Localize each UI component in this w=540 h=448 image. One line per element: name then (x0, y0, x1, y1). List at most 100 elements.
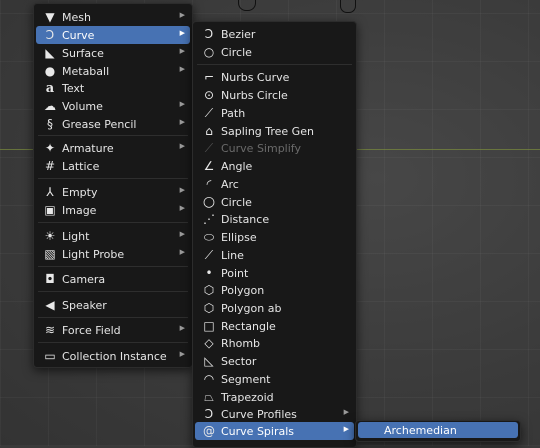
submenu-arrow-icon: ▶ (179, 11, 185, 19)
curve-spirals-submenu: Archemedian (355, 420, 521, 442)
curve-item-curve-simplify: ⟋ Curve Simplify (195, 139, 354, 157)
curve-item-curve-spirals[interactable]: @ Curve Spirals ▶ (195, 422, 354, 440)
curve-spirals-icon: @ (203, 424, 215, 438)
submenu-arrow-icon: ▶ (179, 29, 185, 37)
line-icon: ⟋ (204, 248, 214, 262)
curve-item-sector[interactable]: ◺ Sector (195, 352, 354, 370)
menu-separator (38, 291, 188, 292)
menu-item-image[interactable]: ▣ Image ▶ (36, 201, 190, 219)
curve-item-nurbs-circle[interactable]: ⊙ Nurbs Circle (195, 86, 354, 104)
lattice-icon: # (44, 159, 56, 173)
surface-icon: ◣ (45, 46, 55, 60)
mesh-icon: ▼ (45, 10, 55, 24)
submenu-arrow-icon: ▶ (179, 186, 185, 194)
curve-submenu: Ɔ Bezier ○ Circle ⌐ Nurbs Curve ⊙ Nurbs Circ… (192, 21, 357, 448)
menu-item-metaball[interactable]: ● Metaball ▶ (36, 62, 190, 80)
metaball-icon: ● (44, 64, 56, 78)
collection-instance-icon: ▭ (44, 349, 56, 363)
submenu-arrow-icon: ▶ (179, 118, 185, 126)
submenu-arrow-icon: ▶ (179, 142, 185, 150)
menu-item-mesh[interactable]: ▼ Mesh ▶ (36, 8, 190, 26)
spiral-item-archemedian[interactable]: Archemedian (358, 422, 518, 438)
menu-item-lattice[interactable]: # Lattice (36, 157, 190, 175)
path-icon: ⟋ (204, 106, 214, 120)
curve-item-trapezoid[interactable]: ⏢ Trapezoid (195, 388, 354, 406)
text-icon: a (45, 80, 55, 96)
bezier-circle-icon: ○ (203, 45, 215, 59)
speaker-icon: ◀ (45, 298, 55, 312)
submenu-arrow-icon: ▶ (179, 100, 185, 108)
menu-separator (38, 317, 188, 318)
distance-icon: ⋰ (203, 212, 215, 226)
rhomb-icon: ◇ (204, 336, 214, 350)
menu-item-light-probe[interactable]: ▧ Light Probe ▶ (36, 245, 190, 263)
menu-item-grease-pencil[interactable]: § Grease Pencil ▶ (36, 115, 190, 133)
curve-item-point[interactable]: • Point (195, 264, 354, 282)
ellipse-icon: ⬭ (203, 230, 215, 244)
sector-icon: ◺ (204, 354, 214, 368)
light-object (238, 0, 256, 11)
polygon-ab-icon: ⬡ (203, 301, 215, 315)
submenu-arrow-icon: ▶ (179, 47, 185, 55)
curve-item-distance[interactable]: ⋰ Distance (195, 210, 354, 228)
curve-item-polygon-ab[interactable]: ⬡ Polygon ab (195, 299, 354, 317)
menu-item-surface[interactable]: ◣ Surface ▶ (36, 44, 190, 62)
segment-icon: ◠ (203, 372, 215, 386)
submenu-arrow-icon: ▶ (343, 408, 349, 416)
curve-item-rectangle[interactable]: □ Rectangle (195, 317, 354, 335)
curve-item-polygon[interactable]: ⬡ Polygon (195, 281, 354, 299)
menu-item-armature[interactable]: ✦ Armature ▶ (36, 139, 190, 157)
curve-item-path[interactable]: ⟋ Path (195, 104, 354, 122)
circle-icon: ○ (202, 194, 216, 210)
menu-separator (197, 64, 352, 65)
bezier-curve-icon: Ɔ (204, 27, 214, 41)
menu-separator (38, 222, 188, 223)
menu-separator (38, 178, 188, 179)
submenu-arrow-icon: ▶ (179, 350, 185, 358)
submenu-arrow-icon: ▶ (179, 248, 185, 256)
nurbs-curve-icon: ⌐ (203, 70, 215, 84)
submenu-arrow-icon: ▶ (179, 230, 185, 238)
menu-item-light[interactable]: ☀ Light ▶ (36, 227, 190, 245)
submenu-arrow-icon: ▶ (179, 65, 185, 73)
arc-icon: ◜ (206, 177, 212, 191)
submenu-arrow-icon: ▶ (179, 324, 185, 332)
add-menu: ▼ Mesh ▶ Ↄ Curve ▶ ◣ Surface ▶ ● Metaball ▶ a Tex… (33, 3, 193, 368)
curve-item-line[interactable]: ⟋ Line (195, 246, 354, 264)
menu-item-force-field[interactable]: ≋ Force Field ▶ (36, 321, 190, 339)
nurbs-circle-icon: ⊙ (203, 88, 215, 102)
curve-item-circle-2[interactable]: ○ Circle (195, 193, 354, 211)
menu-item-curve[interactable]: Ↄ Curve ▶ (36, 26, 190, 44)
curve-item-bezier[interactable]: Ɔ Bezier (195, 25, 354, 43)
menu-item-empty[interactable]: ⅄ Empty ▶ (36, 183, 190, 201)
curve-item-sapling-tree-gen[interactable]: ⌂ Sapling Tree Gen (195, 122, 354, 140)
armature-icon: ✦ (44, 141, 56, 155)
curve-profiles-icon: Ↄ (204, 407, 214, 421)
submenu-arrow-icon: ▶ (343, 425, 349, 433)
menu-item-collection-instance[interactable]: ▭ Collection Instance ▶ (36, 347, 190, 365)
curve-item-angle[interactable]: ∠ Angle (195, 157, 354, 175)
curve-item-arc[interactable]: ◜ Arc (195, 175, 354, 193)
curve-icon: Ↄ (45, 28, 55, 42)
menu-separator (38, 135, 188, 136)
menu-item-speaker[interactable]: ◀ Speaker (36, 296, 190, 314)
curve-item-ellipse[interactable]: ⬭ Ellipse (195, 228, 354, 246)
light-probe-icon: ▧ (44, 247, 56, 261)
light-object (340, 0, 356, 13)
point-icon: • (205, 266, 213, 280)
curve-simplify-icon: ⟋ (204, 141, 214, 155)
curve-item-segment[interactable]: ◠ Segment (195, 370, 354, 388)
angle-icon: ∠ (203, 159, 215, 173)
image-icon: ▣ (44, 203, 56, 217)
menu-item-camera[interactable]: ◘ Camera (36, 270, 190, 288)
tree-icon: ⌂ (205, 124, 213, 138)
curve-item-rhomb[interactable]: ◇ Rhomb (195, 334, 354, 352)
curve-item-circle[interactable]: ○ Circle (195, 43, 354, 61)
curve-item-nurbs-curve[interactable]: ⌐ Nurbs Curve (195, 68, 354, 86)
menu-item-text[interactable]: a Text (36, 79, 190, 97)
menu-item-volume[interactable]: ☁ Volume ▶ (36, 97, 190, 115)
submenu-arrow-icon: ▶ (179, 204, 185, 212)
curve-item-curve-profiles[interactable]: Ↄ Curve Profiles ▶ (195, 405, 354, 423)
volume-icon: ☁ (44, 99, 56, 113)
menu-separator (38, 342, 188, 343)
